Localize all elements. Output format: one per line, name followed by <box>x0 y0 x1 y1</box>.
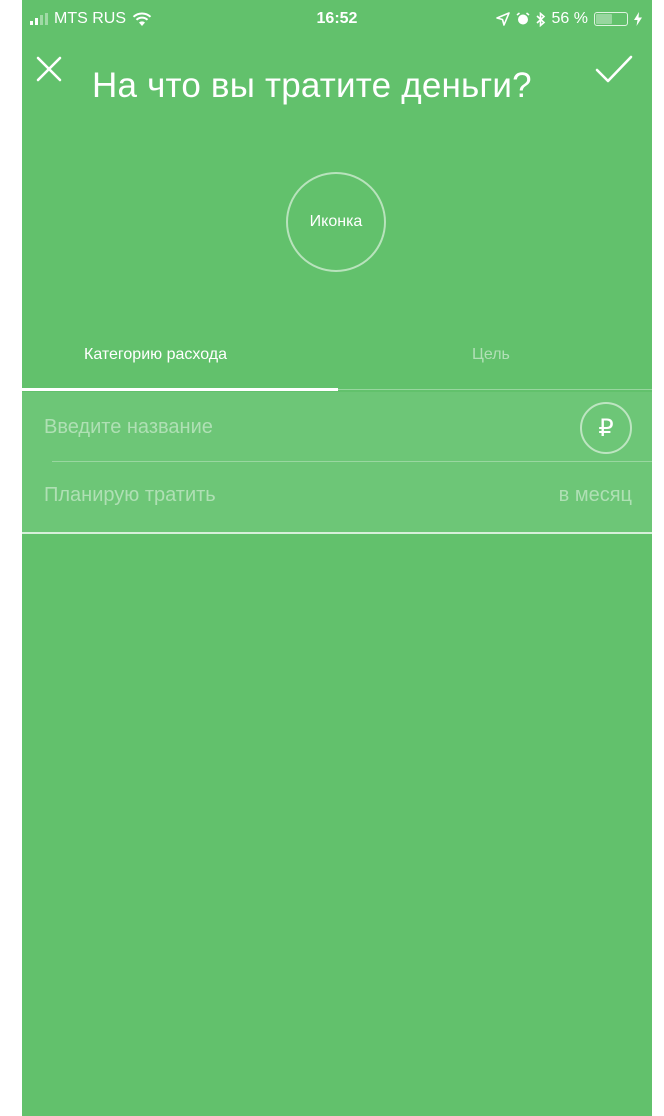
status-bar: MTS RUS 16:52 56 % <box>22 0 652 40</box>
bluetooth-icon <box>535 11 545 27</box>
alarm-icon <box>516 12 530 25</box>
charging-icon <box>634 12 642 26</box>
icon-picker-label: Иконка <box>309 213 363 230</box>
close-button[interactable] <box>32 52 66 86</box>
close-icon <box>36 56 62 82</box>
ruble-icon: ₽ <box>598 414 614 442</box>
screen: MTS RUS 16:52 56 % На что вы тратите ден… <box>22 0 652 1116</box>
status-right: 56 % <box>495 10 642 28</box>
form-bottom-divider <box>22 532 652 534</box>
period-selector[interactable]: в месяц <box>559 484 632 507</box>
currency-button[interactable]: ₽ <box>580 402 632 454</box>
expense-form: ₽ Планирую тратить в месяц <box>22 392 652 532</box>
icon-picker-button[interactable]: Иконка <box>286 172 386 272</box>
checkmark-icon <box>595 55 633 83</box>
tab-goal[interactable]: Цель <box>472 346 510 364</box>
battery-icon <box>594 12 628 26</box>
tab-expense-category[interactable]: Категорию расхода <box>84 346 227 364</box>
name-input[interactable] <box>44 413 564 441</box>
form-divider <box>52 461 652 462</box>
location-icon <box>495 12 510 26</box>
battery-percent: 56 % <box>551 10 588 27</box>
tab-active-indicator <box>22 388 338 391</box>
confirm-button[interactable] <box>594 52 634 86</box>
battery-level <box>596 14 613 24</box>
planned-amount-field[interactable]: Планирую тратить <box>44 484 216 507</box>
page-title: На что вы тратите деньги? <box>92 66 532 105</box>
